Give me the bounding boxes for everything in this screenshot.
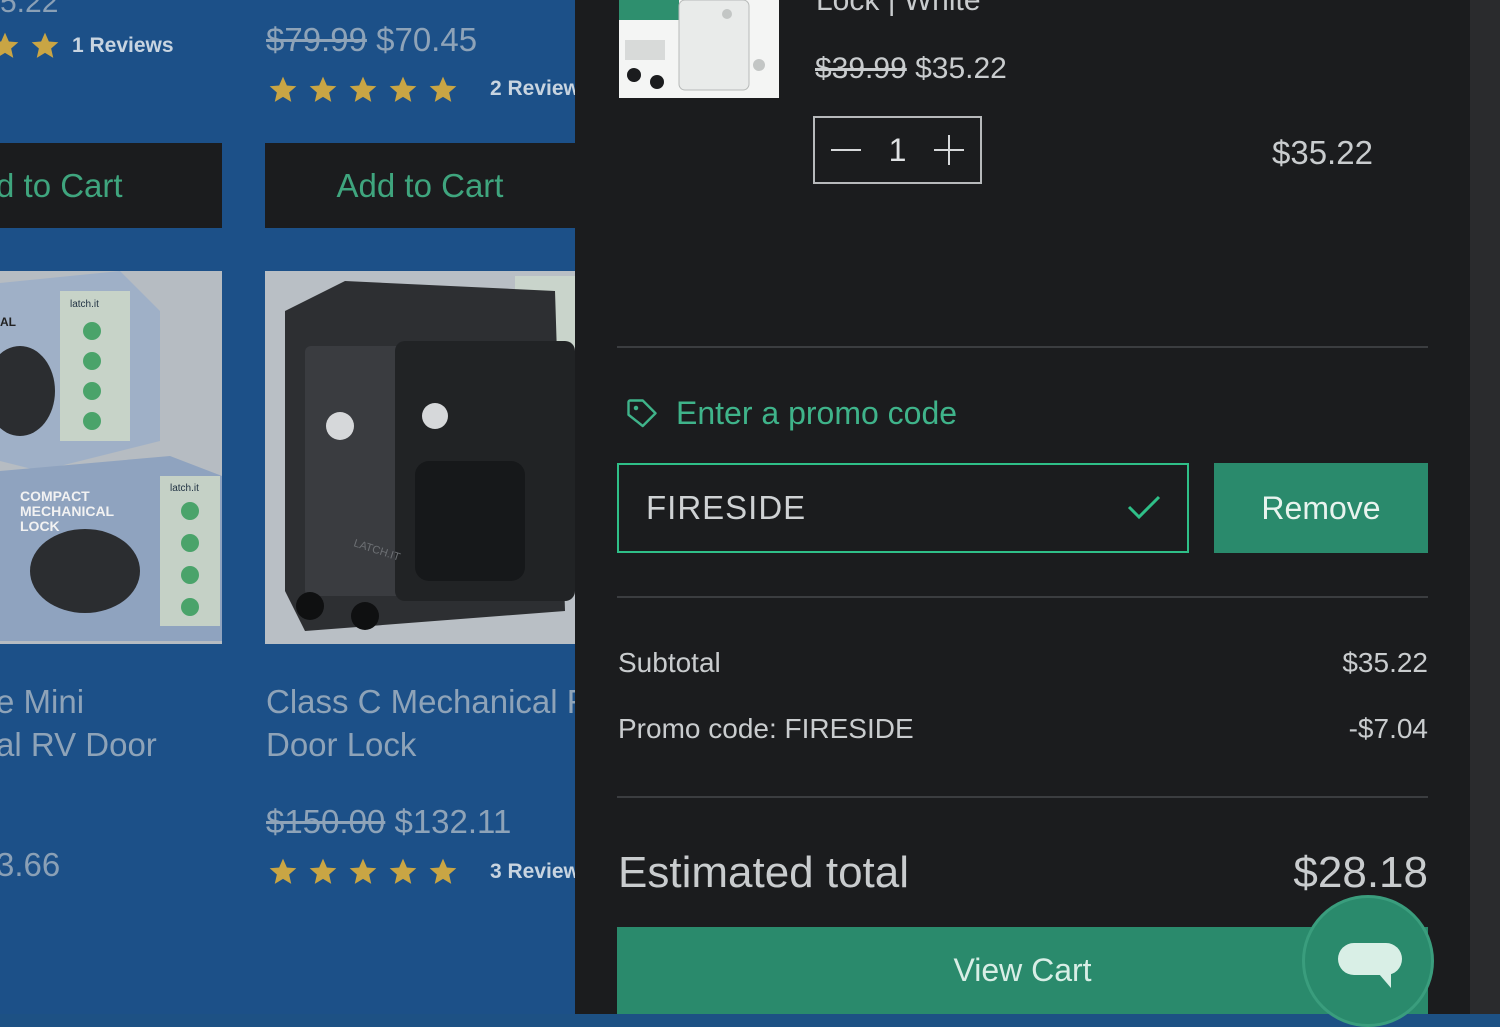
cart-item-sale-price: $35.22: [915, 52, 1007, 85]
product-title[interactable]: e Mini al RV Door: [0, 680, 157, 766]
title-line: Class C Mechanical RV: [266, 683, 575, 720]
star-icon: [349, 858, 377, 884]
star-icon: [309, 858, 337, 884]
estimated-total-label: Estimated total: [618, 848, 910, 897]
remove-promo-button[interactable]: Remove: [1214, 463, 1428, 553]
add-to-cart-label: Add to Cart: [336, 166, 504, 204]
view-cart-label: View Cart: [953, 952, 1092, 988]
title-line: al RV Door: [0, 726, 157, 763]
reviews-count[interactable]: 2 Reviews: [490, 77, 575, 101]
star-icon: [429, 76, 457, 102]
cart-item-image-graphic: [619, 0, 779, 98]
promo-discount-label: Promo code: FIRESIDE: [618, 713, 914, 744]
check-icon: [1127, 495, 1161, 520]
subtotal-value: $35.22: [1342, 647, 1428, 678]
product-image-graphic: AL COMPACT MECHANICAL LOCK latch.it latc…: [0, 271, 222, 644]
quantity-value[interactable]: 1: [889, 132, 907, 169]
product-image-graphic: LATCH.IT: [265, 271, 575, 644]
sale-price: $70.45: [376, 21, 478, 58]
star-icon: [269, 858, 297, 884]
star-icon: [309, 76, 337, 102]
star-icon: [389, 858, 417, 884]
rating-stars: [266, 856, 460, 888]
image-text: MECHANICAL: [20, 503, 115, 519]
chat-bubble-icon: [1338, 943, 1402, 975]
promo-code-toggle[interactable]: Enter a promo code: [624, 395, 957, 432]
star-icon: [31, 32, 59, 58]
plus-icon[interactable]: [932, 133, 966, 167]
cart-item-line-total: $35.22: [1272, 134, 1373, 171]
original-price: $79.99: [266, 21, 367, 58]
image-text: AL: [0, 315, 16, 329]
estimated-total-row: Estimated total $28.18: [618, 848, 1428, 898]
cart-item-image[interactable]: [619, 0, 779, 98]
title-line: Door Lock: [266, 726, 417, 763]
image-text: COMPACT: [20, 488, 90, 504]
image-text: LOCK: [20, 518, 60, 534]
divider: [617, 796, 1428, 798]
product-price-partial: 3.66: [0, 846, 61, 883]
title-line: e Mini: [0, 683, 85, 720]
product-image[interactable]: LATCH.IT: [265, 271, 575, 644]
product-image[interactable]: AL COMPACT MECHANICAL LOCK latch.it latc…: [0, 271, 222, 644]
reviews-count[interactable]: 1 Reviews: [72, 34, 174, 58]
tag-icon: [627, 398, 657, 427]
star-icon: [269, 76, 297, 102]
reviews-count[interactable]: 3 Reviews: [490, 860, 575, 884]
image-text: latch.it: [170, 483, 199, 494]
quantity-stepper: 1: [813, 116, 982, 184]
image-text: latch.it: [70, 299, 99, 310]
cart-item-price: $39.99 $35.22: [815, 52, 1007, 86]
chat-button[interactable]: [1302, 895, 1434, 1027]
minus-icon[interactable]: [829, 133, 863, 167]
product-price: $79.99 $70.45: [266, 21, 477, 59]
star-icon: [0, 32, 19, 58]
chat-bubble-tail: [1379, 974, 1391, 988]
product-price: $150.00 $132.11: [266, 803, 511, 841]
subtotal-row: Subtotal $35.22: [618, 647, 1428, 679]
product-title[interactable]: Class C Mechanical RV Door Lock: [266, 680, 575, 766]
sale-price: $132.11: [394, 803, 512, 840]
star-icon: [429, 858, 457, 884]
product-price-partial: 5.22: [0, 0, 59, 19]
cart-item-original-price: $39.99: [815, 52, 907, 85]
add-to-cart-button[interactable]: Add to Cart: [265, 143, 575, 228]
star-icon: [389, 76, 417, 102]
add-to-cart-button[interactable]: d to Cart: [0, 143, 222, 228]
estimated-total-value: $28.18: [1293, 848, 1428, 897]
promo-code-link-label: Enter a promo code: [676, 395, 958, 431]
original-price: $150.00: [266, 803, 386, 840]
divider: [617, 346, 1428, 348]
drawer-scrollbar[interactable]: [1470, 0, 1500, 1014]
add-to-cart-label: d to Cart: [0, 166, 123, 204]
product-grid-background: 5.22 1 Reviews $79.99 $70.45 2 Reviews d…: [0, 0, 575, 1014]
rating-stars: [0, 30, 62, 62]
star-icon: [349, 76, 377, 102]
divider: [617, 596, 1428, 598]
promo-discount-value: -$7.04: [1348, 713, 1428, 744]
rating-stars: [266, 74, 460, 106]
promo-code-input[interactable]: [617, 463, 1189, 553]
subtotal-label: Subtotal: [618, 647, 721, 678]
promo-discount-row: Promo code: FIRESIDE -$7.04: [618, 713, 1428, 745]
cart-item-title[interactable]: Lock | White: [816, 0, 981, 18]
remove-promo-label: Remove: [1261, 489, 1381, 526]
